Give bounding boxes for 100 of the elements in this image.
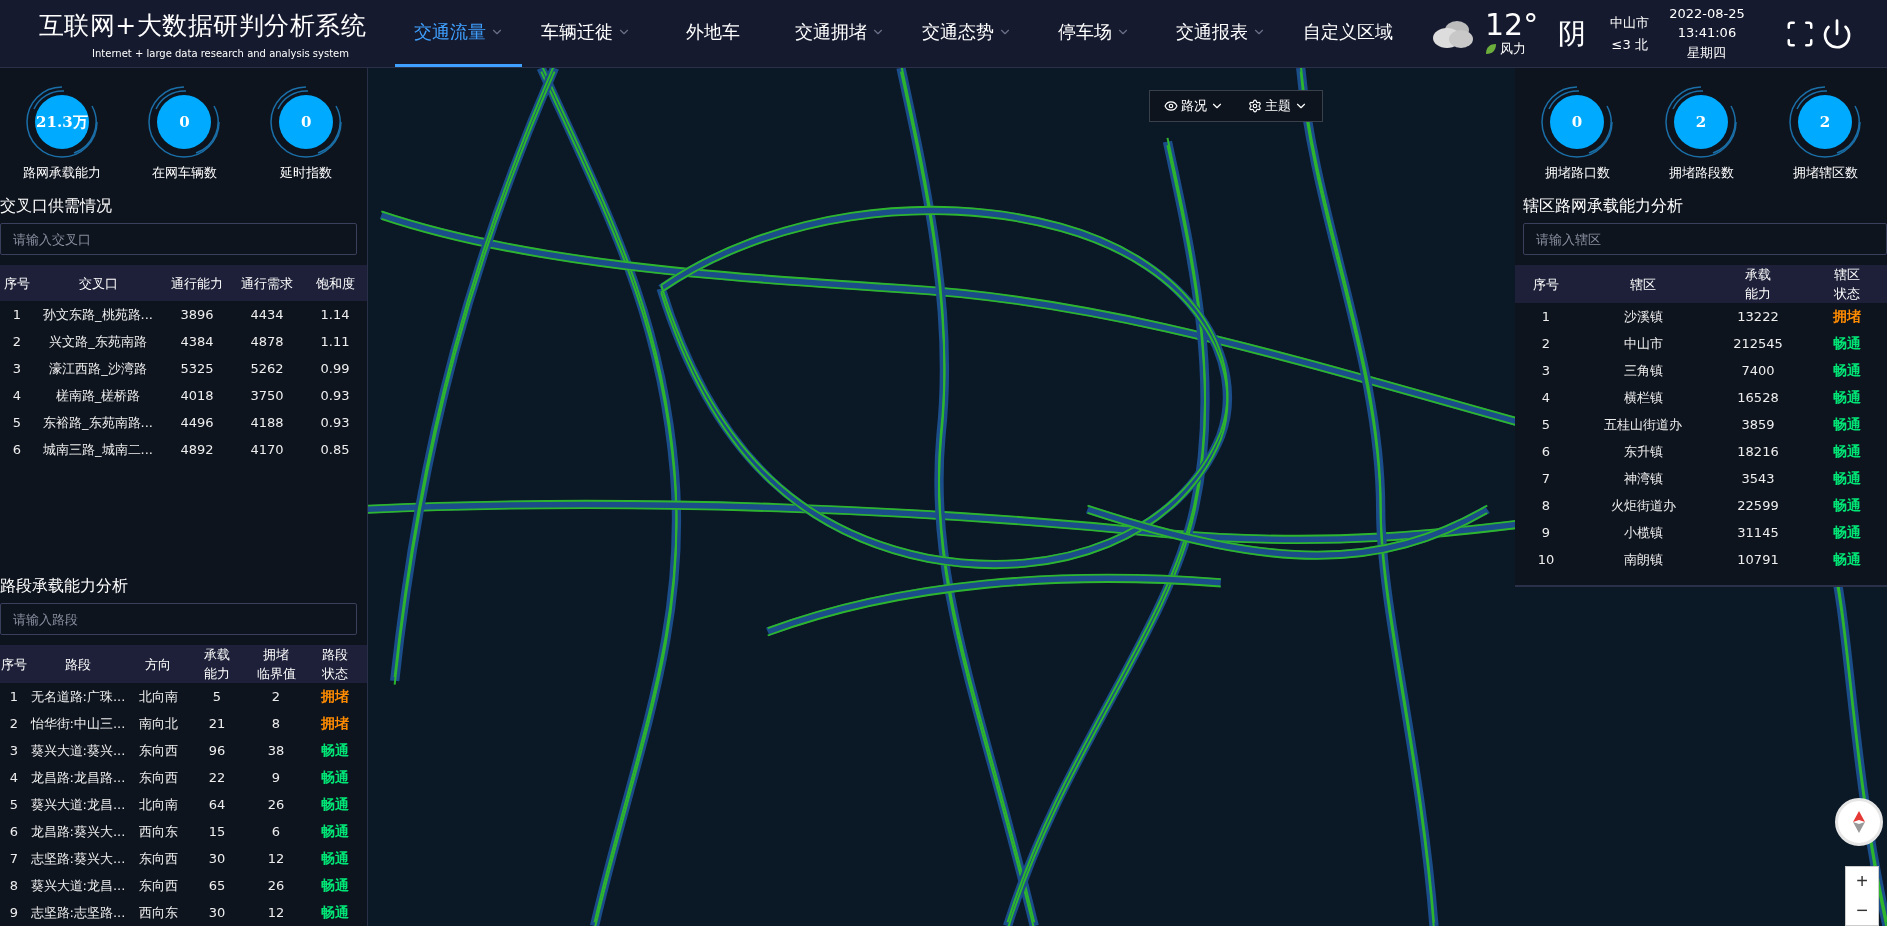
table-cell-text: 6 bbox=[11, 442, 23, 457]
table-cell-text: 5 bbox=[211, 689, 223, 704]
table-cell-text: 龙昌路:葵兴大... bbox=[29, 822, 127, 841]
table-cell-text: 7400 bbox=[1740, 363, 1776, 378]
weather-condition: 阴 bbox=[1558, 15, 1587, 52]
table-cell-text: 志坚路:葵兴大... bbox=[29, 849, 127, 868]
city-name: 中山市 bbox=[1610, 13, 1650, 32]
table-cell-text: 葵兴大道:龙昌... bbox=[29, 795, 127, 814]
table-cell-text: 1 bbox=[8, 689, 20, 704]
table-cell-text: 5325 bbox=[179, 361, 215, 376]
table-cell-text: 8 bbox=[8, 878, 20, 893]
table-cell-text: 南朗镇 bbox=[1622, 550, 1664, 569]
table-cell-text: 38 bbox=[266, 743, 286, 758]
stat-value: 2 bbox=[1819, 113, 1831, 131]
stat-label: 拥堵路段数 bbox=[1668, 164, 1734, 182]
status-text: 畅通 bbox=[1833, 334, 1861, 353]
table-cell-text: 3543 bbox=[1740, 471, 1776, 486]
table-cell-text: 13222 bbox=[1736, 309, 1780, 324]
table-cell-text: 横栏镇 bbox=[1622, 388, 1664, 407]
wind-level: ≤3 北 bbox=[1611, 35, 1648, 54]
time-text: 13:41:06 bbox=[1677, 24, 1737, 40]
table-cell-text: 5262 bbox=[249, 361, 285, 376]
table-cell-text: 9 bbox=[270, 770, 282, 785]
table-cell-text: 北向南 bbox=[137, 795, 179, 814]
column-header-line: 状态 bbox=[1834, 285, 1860, 303]
status-text: 畅通 bbox=[321, 822, 349, 841]
table-cell-text: 孙文东路_桃苑路... bbox=[42, 305, 154, 324]
date-text: 2022-08-25 bbox=[1669, 5, 1745, 21]
table-cell-text: 东向西 bbox=[137, 741, 179, 760]
nav-tab[interactable]: 车辆迁徙 bbox=[522, 0, 649, 67]
table-cell-text: 15 bbox=[207, 824, 227, 839]
table-cell-text: 31145 bbox=[1736, 525, 1780, 540]
map-dropdown[interactable]: 主题 bbox=[1248, 95, 1308, 117]
search-field[interactable]: 请输入辖区 bbox=[1523, 223, 1887, 255]
status-text: 畅通 bbox=[1833, 496, 1861, 515]
nav-tab[interactable]: 外地车 bbox=[649, 0, 776, 67]
stat-label: 路网承载能力 bbox=[22, 164, 101, 182]
table-cell-text: 96 bbox=[207, 743, 227, 758]
status-text: 畅通 bbox=[321, 849, 349, 868]
table-cell-text: 东向西 bbox=[137, 768, 179, 787]
column-header: 序号 bbox=[0, 655, 28, 674]
status-text: 畅通 bbox=[321, 795, 349, 814]
map-view[interactable] bbox=[368, 68, 1887, 926]
table-cell-text: 22599 bbox=[1736, 498, 1780, 513]
table-cell-text: 2 bbox=[11, 334, 23, 349]
column-header-line: 能力 bbox=[1745, 285, 1771, 303]
table-cell-text: 9 bbox=[8, 905, 20, 920]
column-header: 饱和度 bbox=[314, 274, 356, 293]
compass-icon[interactable] bbox=[1835, 798, 1883, 846]
table-cell-text: 3 bbox=[8, 743, 20, 758]
table-cell-text: 3859 bbox=[1740, 417, 1776, 432]
column-header-line: 承载 bbox=[204, 646, 230, 664]
table-cell-text: 21 bbox=[207, 716, 227, 731]
status-text: 畅通 bbox=[1833, 361, 1861, 380]
table-cell-text: 2 bbox=[270, 689, 282, 704]
column-header: 序号 bbox=[1532, 275, 1560, 294]
table-cell-text: 城南三路_城南二... bbox=[42, 440, 154, 459]
table-cell-text: 22 bbox=[207, 770, 227, 785]
status-text: 畅通 bbox=[1833, 442, 1861, 461]
table-cell-text: 8 bbox=[1540, 498, 1552, 513]
search-field[interactable]: 请输入路段 bbox=[0, 603, 357, 635]
column-header: 通行需求 bbox=[240, 274, 294, 293]
column-header: 路段 bbox=[64, 655, 92, 674]
table-cell-text: 0.85 bbox=[319, 442, 351, 457]
table-cell-text: 12 bbox=[266, 851, 286, 866]
search-field[interactable]: 请输入交叉口 bbox=[0, 223, 357, 255]
section-title: 路段承载能力分析 bbox=[0, 575, 129, 597]
table-cell-text: 小榄镇 bbox=[1622, 523, 1664, 542]
map-dropdown[interactable]: 路况 bbox=[1164, 95, 1224, 117]
table-cell-text: 槎南路_槎桥路 bbox=[54, 386, 142, 405]
table-cell-text: 五桂山街道办 bbox=[1603, 415, 1683, 434]
table-cell-text: 西向东 bbox=[137, 822, 179, 841]
table-cell-text: 8 bbox=[270, 716, 282, 731]
table-cell-text: 4434 bbox=[249, 307, 285, 322]
table-cell-text: 16528 bbox=[1736, 390, 1780, 405]
table-cell-text: 4188 bbox=[249, 415, 285, 430]
status-text: 拥堵 bbox=[321, 687, 349, 706]
column-header: 辖区 bbox=[1629, 275, 1657, 294]
table-cell-text: 2 bbox=[8, 716, 20, 731]
column-header: 交叉口 bbox=[77, 274, 119, 293]
nav-tab[interactable]: 停车场 bbox=[1030, 0, 1157, 67]
nav-tab[interactable]: 自定义区域 bbox=[1284, 0, 1411, 67]
leaf-icon bbox=[1485, 42, 1497, 55]
table-cell-text: 18216 bbox=[1736, 444, 1780, 459]
table-cell-text: 4878 bbox=[249, 334, 285, 349]
column-header-line: 承载 bbox=[1745, 266, 1771, 284]
nav-tab[interactable]: 交通态势 bbox=[903, 0, 1030, 67]
table-cell-text: 葵兴大道:龙昌... bbox=[29, 876, 127, 895]
nav-tab[interactable]: 交通拥堵 bbox=[776, 0, 903, 67]
table-cell-text: 濠江西路_沙湾路 bbox=[48, 359, 148, 378]
table-cell-text: 4170 bbox=[249, 442, 285, 457]
nav-tab[interactable]: 交通报表 bbox=[1157, 0, 1284, 67]
table-cell-text: 龙昌路:龙昌路... bbox=[29, 768, 127, 787]
table-cell-text: 1 bbox=[11, 307, 23, 322]
eye-icon bbox=[1164, 99, 1178, 113]
table-cell-text: 3 bbox=[1540, 363, 1552, 378]
table-cell-text: 9 bbox=[1540, 525, 1552, 540]
gear-icon bbox=[1248, 99, 1262, 113]
table-cell-text: 无名道路:广珠... bbox=[29, 687, 127, 706]
section-title: 辖区路网承载能力分析 bbox=[1522, 195, 1684, 217]
